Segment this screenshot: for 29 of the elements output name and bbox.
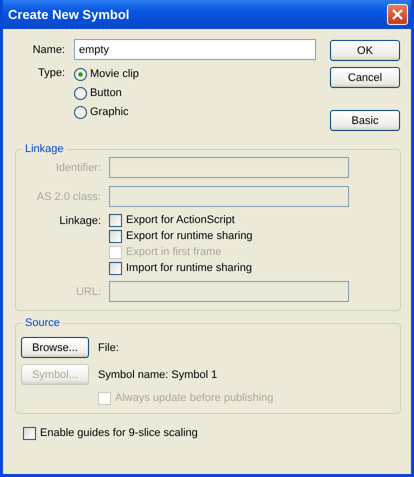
- checkbox[interactable]: [109, 262, 122, 274]
- group-title: Source: [24, 317, 61, 329]
- file-label: File:: [98, 342, 120, 354]
- dialog-button[interactable]: OK: [330, 40, 400, 61]
- close-button[interactable]: [387, 4, 408, 25]
- checkbox-option[interactable]: Export for ActionScript: [109, 213, 349, 227]
- checkbox-option[interactable]: Import for runtime sharing: [109, 261, 349, 275]
- dialog-button[interactable]: Basic: [330, 110, 400, 131]
- name-label: Name:: [32, 44, 65, 56]
- close-icon: [392, 9, 403, 20]
- dialog-button[interactable]: Cancel: [330, 67, 400, 88]
- checkbox-option[interactable]: Enable guides for 9-slice scaling: [23, 426, 401, 440]
- name-field[interactable]: empty: [74, 39, 316, 60]
- window-title: Create New Symbol: [8, 7, 130, 22]
- field-label: Identifier:: [56, 162, 101, 174]
- checkbox[interactable]: [23, 426, 36, 440]
- linkage-label: Linkage:: [59, 215, 101, 227]
- field-label: URL:: [76, 286, 101, 298]
- symbol-name-text: Symbol name: Symbol 1: [98, 368, 218, 380]
- type-label: Type:: [38, 67, 65, 79]
- checkbox-option[interactable]: Export for runtime sharing: [109, 229, 349, 243]
- group-title: Linkage: [24, 143, 65, 155]
- checkbox[interactable]: [109, 214, 122, 226]
- field-label: AS 2.0 class:: [36, 190, 101, 202]
- browse-button[interactable]: Browse...: [21, 337, 89, 358]
- checkbox[interactable]: [109, 230, 122, 242]
- radio-option[interactable]: Button: [74, 86, 122, 100]
- radio-option[interactable]: Movie clip: [74, 67, 139, 81]
- radio-option[interactable]: Graphic: [74, 105, 129, 119]
